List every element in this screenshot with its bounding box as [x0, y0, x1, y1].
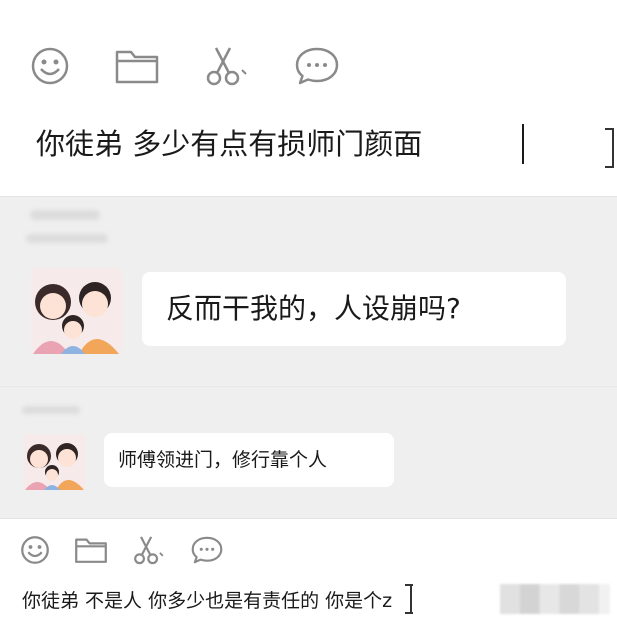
text-caret [522, 124, 524, 164]
input-edge-marker [605, 128, 614, 168]
bottom-toolbar [20, 530, 224, 570]
message-bubble[interactable]: 反而干我的，人设崩吗? [142, 272, 566, 346]
blurred-sender-name [30, 210, 100, 220]
message-bubble[interactable]: 师傅领进门，修行靠个人 [104, 433, 394, 487]
chat-bubble-icon[interactable] [190, 535, 224, 565]
top-toolbar [30, 42, 340, 90]
couple-avatar[interactable] [31, 268, 123, 354]
folder-icon[interactable] [114, 46, 160, 86]
text-cursor [405, 584, 415, 614]
scissors-icon[interactable] [132, 534, 166, 566]
pixelated-overlay [500, 584, 610, 614]
emoji-icon[interactable] [20, 535, 50, 565]
top-compose-area [0, 0, 617, 197]
emoji-icon[interactable] [30, 46, 70, 86]
bottom-message-input[interactable]: 你徒弟 不是人 你多少也是有责任的 你是个z [22, 586, 392, 616]
couple-avatar[interactable] [24, 434, 86, 490]
chat-bubble-icon[interactable] [294, 45, 340, 87]
blurred-sender-detail [26, 234, 108, 243]
top-message-input[interactable]: 你徒弟 多少有点有损师门颜面 [36, 122, 422, 166]
folder-icon[interactable] [74, 535, 108, 565]
scissors-icon[interactable] [204, 44, 250, 88]
blurred-sender-name [22, 406, 80, 414]
